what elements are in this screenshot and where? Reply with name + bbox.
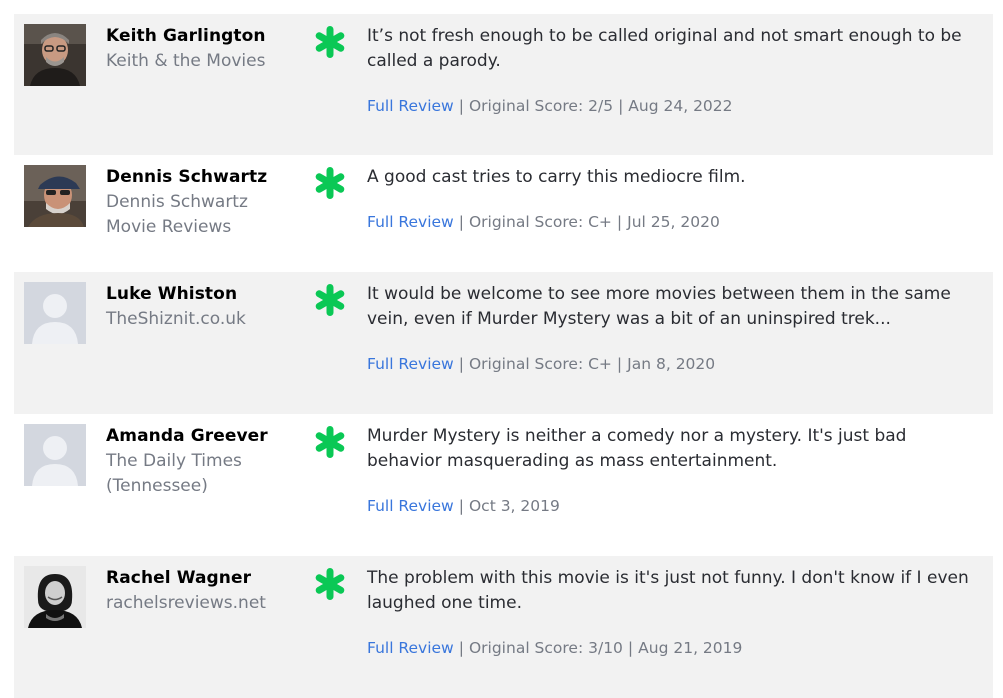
critic-name[interactable]: Rachel Wagner bbox=[106, 566, 296, 591]
review-date: Aug 24, 2022 bbox=[628, 97, 733, 115]
review-date: Aug 21, 2019 bbox=[638, 639, 743, 657]
critic-photo-icon bbox=[24, 566, 86, 628]
default-user-icon bbox=[24, 424, 86, 486]
critic-avatar[interactable] bbox=[24, 24, 86, 86]
full-review-link[interactable]: Full Review bbox=[367, 497, 454, 515]
critic-publication[interactable]: TheShiznit.co.uk bbox=[106, 307, 296, 332]
meta-separator: | bbox=[616, 355, 623, 373]
review-date: Jan 8, 2020 bbox=[627, 355, 716, 373]
review-quote: Murder Mystery is neither a comedy nor a… bbox=[367, 426, 907, 471]
critic-publication[interactable]: The Daily Times bbox=[106, 449, 296, 474]
review-quote: The problem with this movie is it's just… bbox=[367, 568, 969, 613]
meta-separator: | bbox=[458, 497, 464, 515]
meta-separator: | bbox=[458, 355, 464, 373]
rotten-splat-icon bbox=[312, 24, 348, 60]
full-review-link[interactable]: Full Review bbox=[367, 639, 454, 657]
review-date: Jul 25, 2020 bbox=[627, 213, 720, 231]
review-body: A good cast tries to carry this mediocre… bbox=[367, 165, 982, 232]
critic-avatar[interactable] bbox=[24, 566, 86, 628]
critic-name[interactable]: Amanda Greever bbox=[106, 424, 296, 449]
review-body: The problem with this movie is it's just… bbox=[367, 566, 982, 658]
critic-name[interactable]: Luke Whiston bbox=[106, 282, 296, 307]
original-score: Original Score: 3/10 bbox=[468, 639, 623, 657]
critic-publication[interactable]: Dennis Schwartz bbox=[106, 190, 296, 215]
critic-publication[interactable]: Keith & the Movies bbox=[106, 49, 296, 74]
original-score: Original Score: C+ bbox=[468, 355, 612, 373]
review-row: Rachel Wagner rachelsreviews.net The pro… bbox=[14, 556, 993, 698]
critic-name[interactable]: Keith Garlington bbox=[106, 24, 296, 49]
critic-photo-icon bbox=[24, 165, 86, 227]
meta-separator: | bbox=[458, 97, 464, 115]
critic-info: Dennis Schwartz Dennis Schwartz Movie Re… bbox=[106, 165, 296, 240]
critic-info: Rachel Wagner rachelsreviews.net bbox=[106, 566, 296, 616]
review-body: It’s not fresh enough to be called origi… bbox=[367, 24, 982, 116]
full-review-link[interactable]: Full Review bbox=[367, 355, 454, 373]
critic-photo-icon bbox=[24, 24, 86, 86]
review-quote: It would be welcome to see more movies b… bbox=[367, 284, 951, 329]
review-meta: Full Review | Original Score: C+ | Jul 25, 2… bbox=[367, 212, 982, 232]
critic-review-list: Keith Garlington Keith & the Movies It’s… bbox=[14, 14, 993, 698]
critic-info: Keith Garlington Keith & the Movies bbox=[106, 24, 296, 74]
critic-publication[interactable]: (Tennessee) bbox=[106, 474, 296, 499]
review-body: Murder Mystery is neither a comedy nor a… bbox=[367, 424, 982, 516]
review-date: Oct 3, 2019 bbox=[468, 497, 560, 515]
meta-separator: | bbox=[458, 213, 464, 231]
meta-separator: | bbox=[618, 97, 624, 115]
review-meta: Full Review | Original Score: C+ | Jan 8, 20… bbox=[367, 354, 982, 374]
original-score: Original Score: C+ bbox=[468, 213, 612, 231]
review-meta: Full Review | Original Score: 2/5 | Aug 24, … bbox=[367, 96, 982, 116]
critic-info: Amanda Greever The Daily Times (Tennesse… bbox=[106, 424, 296, 499]
review-row: Dennis Schwartz Dennis Schwartz Movie Re… bbox=[14, 155, 993, 272]
critic-avatar[interactable] bbox=[24, 165, 86, 227]
critic-publication[interactable]: rachelsreviews.net bbox=[106, 591, 296, 616]
review-quote: A good cast tries to carry this mediocre… bbox=[367, 167, 746, 187]
rotten-splat-icon bbox=[312, 424, 348, 460]
review-meta: Full Review | Original Score: 3/10 | Aug 21,… bbox=[367, 638, 982, 658]
full-review-link[interactable]: Full Review bbox=[367, 97, 454, 115]
rotten-splat-icon bbox=[312, 165, 348, 201]
review-body: It would be welcome to see more movies b… bbox=[367, 282, 982, 374]
meta-separator: | bbox=[627, 639, 634, 657]
meta-separator: | bbox=[458, 639, 464, 657]
rotten-splat-icon bbox=[312, 282, 348, 318]
meta-separator: | bbox=[616, 213, 623, 231]
critic-publication[interactable]: Movie Reviews bbox=[106, 215, 296, 240]
original-score: Original Score: 2/5 bbox=[468, 97, 614, 115]
critic-name[interactable]: Dennis Schwartz bbox=[106, 165, 296, 190]
full-review-link[interactable]: Full Review bbox=[367, 213, 454, 231]
review-meta: Full Review | Oct 3, 2019 bbox=[367, 496, 982, 516]
default-user-icon bbox=[24, 282, 86, 344]
review-row: Amanda Greever The Daily Times (Tennesse… bbox=[14, 414, 993, 556]
critic-info: Luke Whiston TheShiznit.co.uk bbox=[106, 282, 296, 332]
critic-avatar[interactable] bbox=[24, 424, 86, 486]
rotten-splat-icon bbox=[312, 566, 348, 602]
review-row: Keith Garlington Keith & the Movies It’s… bbox=[14, 14, 993, 155]
review-quote: It’s not fresh enough to be called origi… bbox=[367, 26, 962, 71]
review-row: Luke Whiston TheShiznit.co.uk It would b… bbox=[14, 272, 993, 414]
critic-avatar[interactable] bbox=[24, 282, 86, 344]
